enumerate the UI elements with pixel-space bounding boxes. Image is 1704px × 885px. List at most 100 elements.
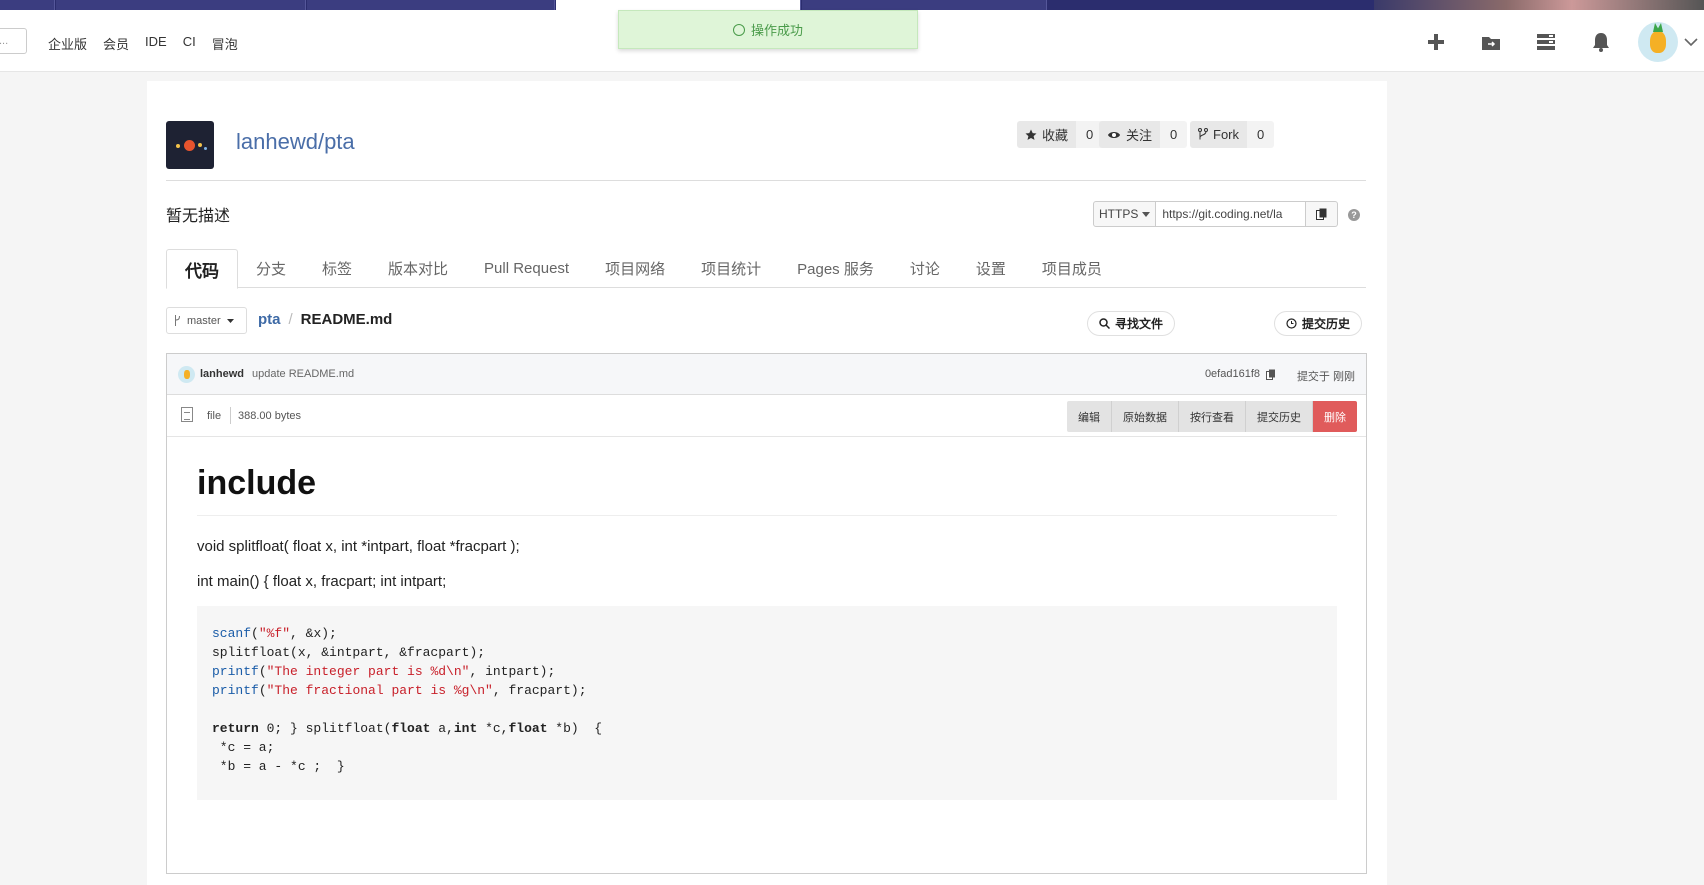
tab-pages[interactable]: Pages 服务 [779,249,892,288]
nav-links: 企业版 会员 IDE CI 冒泡 [48,34,254,53]
code-line: return 0; } splitfloat(float a,int *c,fl… [212,721,603,736]
breadcrumb: pta / README.md [258,311,392,328]
copy-icon [1316,208,1327,220]
nav-link-ci[interactable]: CI [183,34,196,53]
edit-button[interactable]: 编辑 [1067,401,1112,432]
browser-tab-strip [0,0,1704,10]
help-icon[interactable]: ? [1348,209,1360,221]
fork-icon [1198,128,1208,140]
search-icon [1099,318,1110,329]
clock-icon [1286,318,1297,329]
file-kind: file [207,410,222,422]
nav-link-member[interactable]: 会员 [103,34,129,53]
star-label: 收藏 [1042,128,1069,143]
file-actions: 编辑 原始数据 按行查看 提交历史 删除 [1067,401,1357,432]
commit-sha[interactable]: 0efad161f8 [1205,368,1276,380]
code-line: *b = a - *c ; } [212,759,345,774]
repo-description: 暂无描述 [166,208,231,225]
search-input[interactable]: ... [0,28,27,54]
tab-code[interactable]: 代码 [166,249,238,289]
fork-count: 0 [1247,121,1275,148]
file-info-bar: file 388.00 bytes 编辑 原始数据 按行查看 提交历史 删除 [167,395,1366,437]
find-file-button[interactable]: 寻找文件 [1087,311,1176,336]
file-size: 388.00 bytes [238,410,301,422]
tab-network[interactable]: 项目网络 [587,249,683,288]
readme-heading: include [197,464,1337,516]
repo-name[interactable]: lanhewd/pta [236,129,355,155]
list-icon[interactable] [1518,22,1573,62]
copy-url-button[interactable] [1306,201,1339,227]
tab-pull-request[interactable]: Pull Request [466,249,587,288]
browser-background [1374,0,1704,10]
bell-icon[interactable] [1573,22,1628,62]
user-toolbar [1408,22,1704,62]
browser-tab[interactable] [307,0,555,10]
tab-members[interactable]: 项目成员 [1024,249,1120,288]
blame-button[interactable]: 按行查看 [1179,401,1246,432]
tab-branches[interactable]: 分支 [238,249,304,288]
tab-discuss[interactable]: 讨论 [892,249,958,288]
fork-button[interactable]: Fork 0 [1190,121,1275,148]
code-line: printf("The fractional part is %g\n", fr… [212,683,587,698]
nav-link-ide[interactable]: IDE [145,34,167,53]
branch-icon [175,315,180,326]
breadcrumb-separator: / [288,311,293,328]
repo-tabs: 代码 分支 标签 版本对比 Pull Request 项目网络 项目统计 Pag… [166,249,1366,289]
caret-down-icon [1142,211,1151,217]
watch-button[interactable]: 关注 0 [1099,121,1188,148]
watch-label: 关注 [1126,128,1153,143]
browser-tab[interactable] [802,0,1047,10]
author-avatar [178,366,195,383]
code-line: printf("The integer part is %d\n", intpa… [212,664,556,679]
success-toast: 操作成功 [618,10,918,49]
tab-compare[interactable]: 版本对比 [370,249,466,288]
file-viewer: lanhewd update README.md 0efad161f8 提交于 … [166,353,1367,874]
browser-tab-active[interactable] [556,0,801,10]
breadcrumb-root[interactable]: pta [258,311,281,328]
commit-time: 提交于 刚刚 [1296,371,1355,383]
divider [230,407,231,424]
copy-icon[interactable] [1266,369,1276,380]
repo-header: lanhewd/pta 收藏 0 关注 0 Fork 0 [166,121,1366,181]
eye-icon [1108,131,1120,138]
folder-icon[interactable] [1463,22,1518,62]
readme-paragraph: void splitfloat( float x, int *intpart, … [197,538,520,555]
browser-tab[interactable] [0,0,55,10]
nav-link-bubble[interactable]: 冒泡 [212,34,238,53]
tab-stats[interactable]: 项目统计 [683,249,779,288]
readme-paragraph: int main() { float x, fracpart; int intp… [197,573,447,590]
branch-name: master [187,314,221,327]
branch-select[interactable]: master [166,307,247,334]
history-button[interactable]: 提交历史 [1246,401,1313,432]
repo-card: lanhewd/pta 收藏 0 关注 0 Fork 0 暂无描述 HTTPS … [147,81,1387,885]
protocol-select[interactable]: HTTPS [1093,201,1157,227]
toast-message: 操作成功 [750,23,803,38]
chevron-down-icon[interactable] [1678,34,1704,50]
pineapple-avatar[interactable] [1638,22,1678,62]
plus-icon[interactable] [1408,22,1463,62]
commit-history-button[interactable]: 提交历史 [1274,311,1363,336]
commit-message[interactable]: update README.md [252,368,354,380]
star-button[interactable]: 收藏 0 [1017,121,1104,148]
code-line: scanf("%f", &x); [212,626,337,641]
tab-settings[interactable]: 设置 [958,249,1024,288]
delete-button[interactable]: 删除 [1313,401,1357,432]
code-line: splitfloat(x, &intpart, &fracpart); [212,645,486,660]
last-commit-bar: lanhewd update README.md 0efad161f8 提交于 … [167,354,1366,395]
tab-tags[interactable]: 标签 [304,249,370,288]
clone-url-group: HTTPS [1093,201,1339,227]
star-icon [1025,129,1037,140]
code-block: scanf("%f", &x); splitfloat(x, &intpart, … [197,606,1337,800]
breadcrumb-file: README.md [300,311,393,328]
clone-url-input[interactable] [1156,201,1307,227]
watch-count: 0 [1160,121,1188,148]
smile-icon [732,23,745,36]
raw-button[interactable]: 原始数据 [1112,401,1179,432]
caret-down-icon [226,318,234,323]
file-icon [181,407,193,422]
code-line: *c = a; [212,740,275,755]
browser-tab[interactable] [56,0,306,10]
nav-link-enterprise[interactable]: 企业版 [48,34,87,53]
commit-author[interactable]: lanhewd [200,368,244,380]
